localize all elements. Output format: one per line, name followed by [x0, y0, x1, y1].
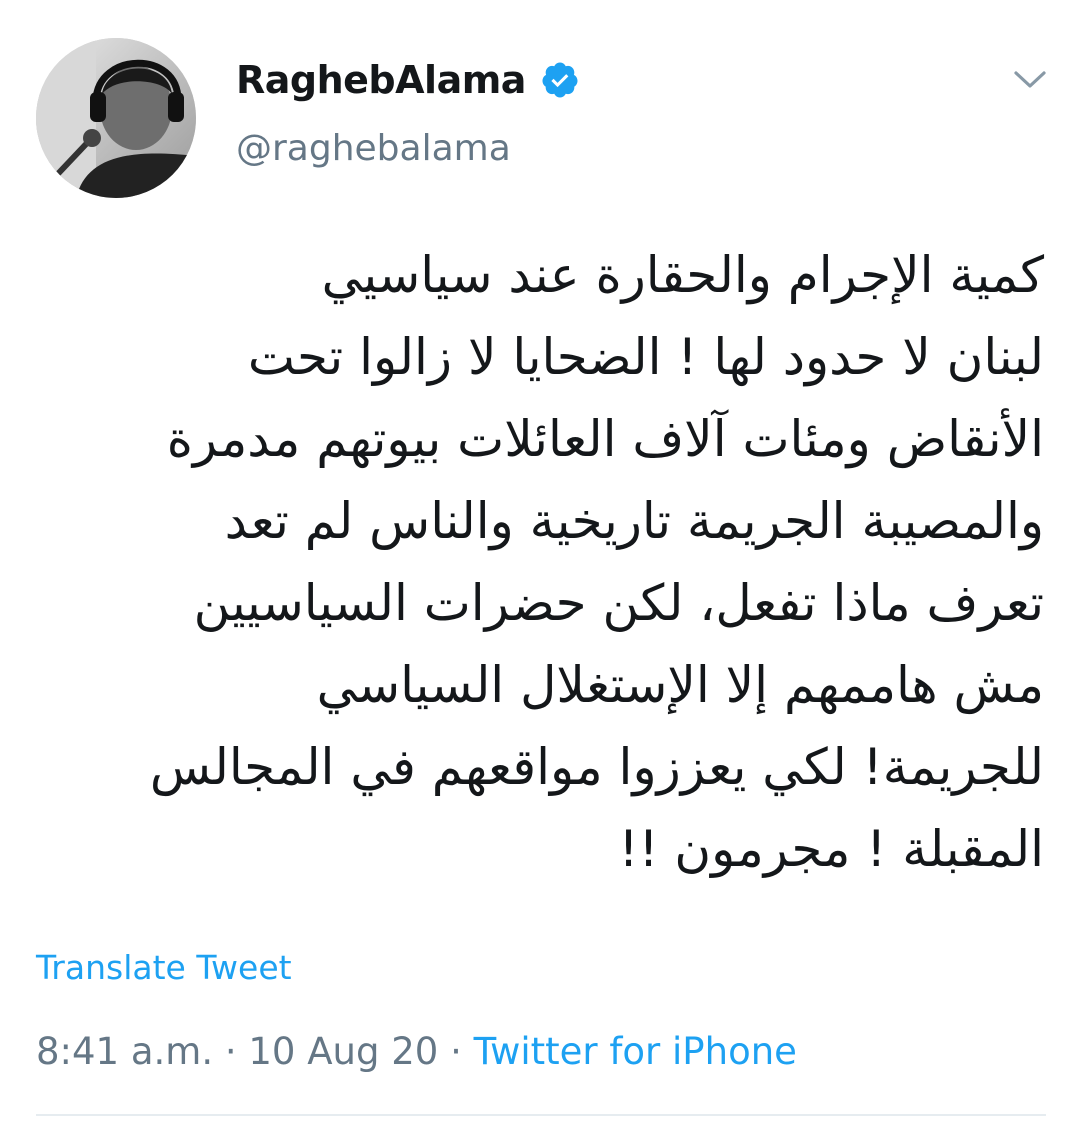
- tweet-meta: 8:41 a.m. · 10 Aug 20 · Twitter for iPho…: [36, 1030, 797, 1073]
- meta-separator: ·: [450, 1030, 474, 1073]
- avatar[interactable]: [36, 38, 196, 198]
- meta-separator: ·: [224, 1030, 249, 1073]
- chevron-down-icon: [1014, 71, 1046, 88]
- tweet-text-line: المقبلة ! مجرمون !!: [618, 820, 1044, 878]
- tweet-card: RaghebAlama @raghebalama كمية الإجرام وا…: [0, 0, 1080, 1142]
- tweet-text: كمية الإجرام والحقارة عند سياسيي لبنان ل…: [36, 234, 1044, 890]
- tweet-text-line: للجريمة! لكي يعززوا مواقعهم في المجالس: [149, 738, 1044, 796]
- tweet-text-line: كمية الإجرام والحقارة عند سياسيي: [321, 246, 1044, 304]
- tweet-text-line: والمصيبة الجريمة تاريخية والناس لم تعد: [224, 492, 1044, 550]
- tweet-date[interactable]: 10 Aug 20: [248, 1030, 438, 1073]
- tweet-text-line: الأنقاض ومئات آلاف العائلات بيوتهم مدمرة: [166, 410, 1044, 468]
- display-name[interactable]: RaghebAlama: [236, 58, 526, 102]
- author-name-row[interactable]: RaghebAlama: [236, 52, 580, 108]
- tweet-time[interactable]: 8:41 a.m.: [36, 1030, 213, 1073]
- author-handle[interactable]: @raghebalama: [236, 128, 511, 169]
- divider: [36, 1114, 1046, 1116]
- translate-tweet-link[interactable]: Translate Tweet: [36, 948, 292, 987]
- tweet-text-line: لبنان لا حدود لها ! الضحايا لا زالوا تحت: [247, 328, 1044, 386]
- avatar-photo: [36, 38, 196, 198]
- tweet-source-link[interactable]: Twitter for iPhone: [474, 1030, 797, 1073]
- tweet-text-line: مش هاممهم إلا الإستغلال السياسي: [316, 656, 1044, 714]
- verified-badge-icon: [540, 60, 580, 100]
- tweet-text-line: تعرف ماذا تفعل، لكن حضرات السياسيين: [193, 574, 1044, 632]
- tweet-menu-button[interactable]: [1004, 60, 1056, 100]
